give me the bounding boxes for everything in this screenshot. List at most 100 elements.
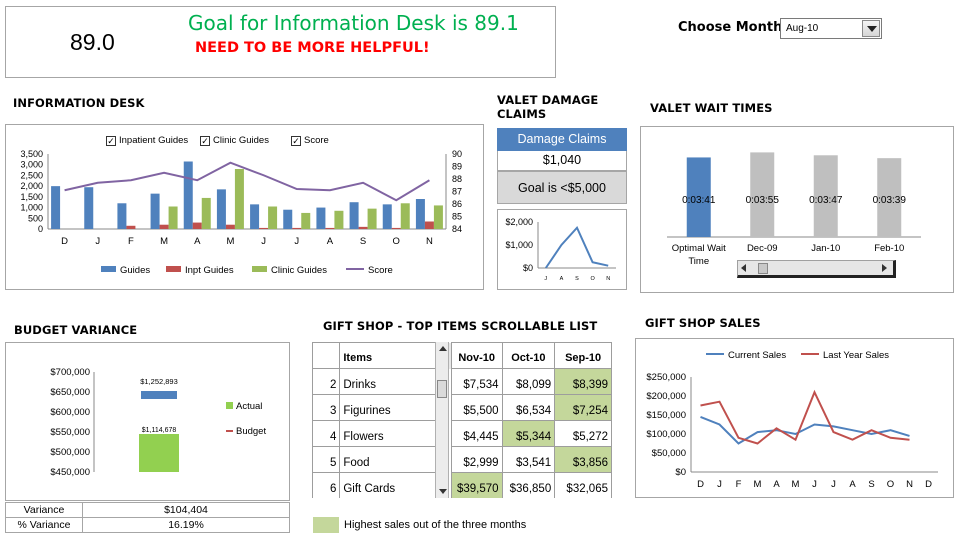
y2-tick-label: 85 (452, 212, 462, 222)
month-dropdown-value: Aug-10 (786, 23, 819, 34)
sales-cell: $8,099 (501, 368, 556, 395)
legend-swatch (101, 266, 116, 272)
goal-panel: 89.0 Goal for Information Desk is 89.1 N… (5, 6, 556, 78)
x-tick-label: N (426, 236, 433, 247)
sales-cell: $5,344 (501, 420, 556, 447)
table-row: 4 Flowers $4,445 $5,344 $5,272 (312, 420, 612, 447)
table-row: 5 Food $2,999 $3,541 $3,856 (312, 446, 612, 473)
bar-clinic-guides (301, 212, 311, 229)
bar-inpt-guides (192, 222, 202, 229)
chevron-down-icon[interactable] (862, 20, 880, 37)
bar-data-label: 0:03:41 (682, 195, 716, 206)
row-number: 2 (312, 368, 341, 395)
scroll-thumb[interactable] (758, 263, 768, 274)
y-tick-label: 1,500 (20, 192, 43, 202)
bar-clinic-guides (334, 210, 344, 229)
x-tick-label: N (606, 276, 610, 282)
info-desk-title: INFORMATION DESK (13, 96, 145, 110)
x-tick-label: S (360, 236, 366, 247)
checkbox-checked-icon[interactable]: ✓ (106, 135, 116, 146)
y-tick-label: 0 (38, 224, 43, 234)
y-tick-label: $600,000 (50, 407, 90, 418)
y-tick-label: $0 (523, 263, 533, 273)
x-tick-label: O (887, 479, 894, 490)
y2-tick-label: 88 (452, 174, 462, 184)
sales-cell: $5,272 (554, 420, 612, 447)
checkbox-score-label: Score (304, 135, 329, 146)
bar-guides (117, 203, 127, 229)
legend-label: Clinic Guides (271, 265, 327, 276)
row-number: 4 (312, 420, 341, 447)
damage-line (544, 225, 609, 269)
scroll-up-icon[interactable] (439, 346, 447, 351)
x-tick-label: S (868, 479, 874, 490)
actual-bar (139, 434, 179, 472)
actual-data-label: $1,114,678 (142, 427, 177, 434)
checkbox-score[interactable]: ✓ Score (291, 135, 329, 146)
goal-message: NEED TO BE MORE HELPFUL! (195, 40, 430, 56)
gift-list-title: GIFT SHOP - TOP ITEMS SCROLLABLE LIST (323, 319, 598, 333)
y-tick-label: 3,500 (20, 149, 43, 159)
y-tick-label: $250,000 (646, 372, 686, 383)
checkbox-clinic-guides[interactable]: ✓ Clinic Guides (200, 135, 269, 146)
valet-wait-title: VALET WAIT TIMES (650, 101, 773, 115)
x-tick-label: Dec-09 (747, 243, 778, 254)
valet-wait-scrollbar[interactable] (737, 260, 896, 278)
y2-tick-label: 90 (452, 149, 462, 159)
checkbox-checked-icon[interactable]: ✓ (200, 135, 210, 146)
item-name: Gift Cards (339, 472, 438, 498)
legend-label: Inpt Guides (185, 265, 234, 276)
scroll-thumb[interactable] (437, 380, 447, 398)
table-row: Variance $104,404 (5, 502, 290, 518)
x-tick-label: J (261, 236, 266, 247)
checkbox-inpatient-guides[interactable]: ✓ Inpatient Guides (106, 135, 188, 146)
scroll-down-icon[interactable] (439, 489, 447, 494)
bar-inpt-guides (159, 224, 169, 229)
x-tick-label: M (792, 479, 800, 490)
gift-sales-panel: $0 $50,000 $100,000 $150,000 $200,000 $250,00… (635, 338, 954, 498)
x-tick-label: J (544, 276, 547, 282)
x-tick-label: M (160, 236, 168, 247)
sales-cell: $6,534 (501, 394, 556, 421)
legend-swatch (166, 266, 181, 272)
bar-guides (382, 204, 392, 229)
variance-value: $104,404 (82, 502, 290, 518)
gift-list-scrollbar[interactable] (435, 342, 449, 498)
valet-damage-title-1: VALET DAMAGE (497, 93, 599, 107)
y-tick-label: $550,000 (50, 427, 90, 438)
x-tick-label: S (575, 276, 579, 282)
bar-guides (283, 209, 293, 229)
budget-data-label: $1,252,893 (140, 377, 178, 386)
scroll-right-icon[interactable] (882, 264, 887, 272)
budget-chart-panel: $450,000 $500,000 $550,000 $600,000 $650,000… (5, 342, 290, 501)
row-number: 6 (312, 472, 341, 498)
col-header-nov: Nov-10 (450, 342, 503, 369)
y2-tick-label: 86 (452, 199, 462, 209)
sales-cell: $3,541 (501, 446, 556, 473)
x-tick-label: J (812, 479, 817, 490)
sales-cell: $39,570 (450, 472, 503, 498)
legend-label: Guides (120, 265, 150, 276)
x-tick-label: D (925, 479, 932, 490)
x-tick-label: A (773, 479, 780, 490)
pct-variance-label: % Variance (5, 517, 83, 533)
sales-cell: $8,399 (554, 368, 612, 395)
table-row: 3 Figurines $5,500 $6,534 $7,254 (312, 394, 612, 421)
month-dropdown[interactable]: Aug-10 (780, 18, 882, 39)
y-tick-label: $700,000 (50, 367, 90, 378)
gift-list-table: Items Nov-10 Oct-10 Sep-10 2 Drinks $7,534… (312, 342, 612, 498)
gift-sales-title: GIFT SHOP SALES (645, 316, 761, 330)
y-tick-label: 1,000 (20, 203, 43, 213)
y-tick-label: 3,000 (20, 160, 43, 170)
col-header-sep: Sep-10 (554, 342, 612, 369)
x-tick-label: O (590, 276, 595, 282)
sales-line-current-sales (700, 415, 910, 445)
sales-cell: $3,856 (554, 446, 612, 473)
table-row: 2 Drinks $7,534 $8,099 $8,399 (312, 368, 612, 395)
sales-cell: $2,999 (450, 446, 503, 473)
scroll-left-icon[interactable] (741, 264, 746, 272)
checkbox-checked-icon[interactable]: ✓ (291, 135, 301, 146)
gift-sales-chart: $0 $50,000 $100,000 $150,000 $200,000 $250,00… (646, 350, 938, 490)
y-tick-label: 500 (28, 213, 43, 223)
x-tick-label: A (849, 479, 856, 490)
